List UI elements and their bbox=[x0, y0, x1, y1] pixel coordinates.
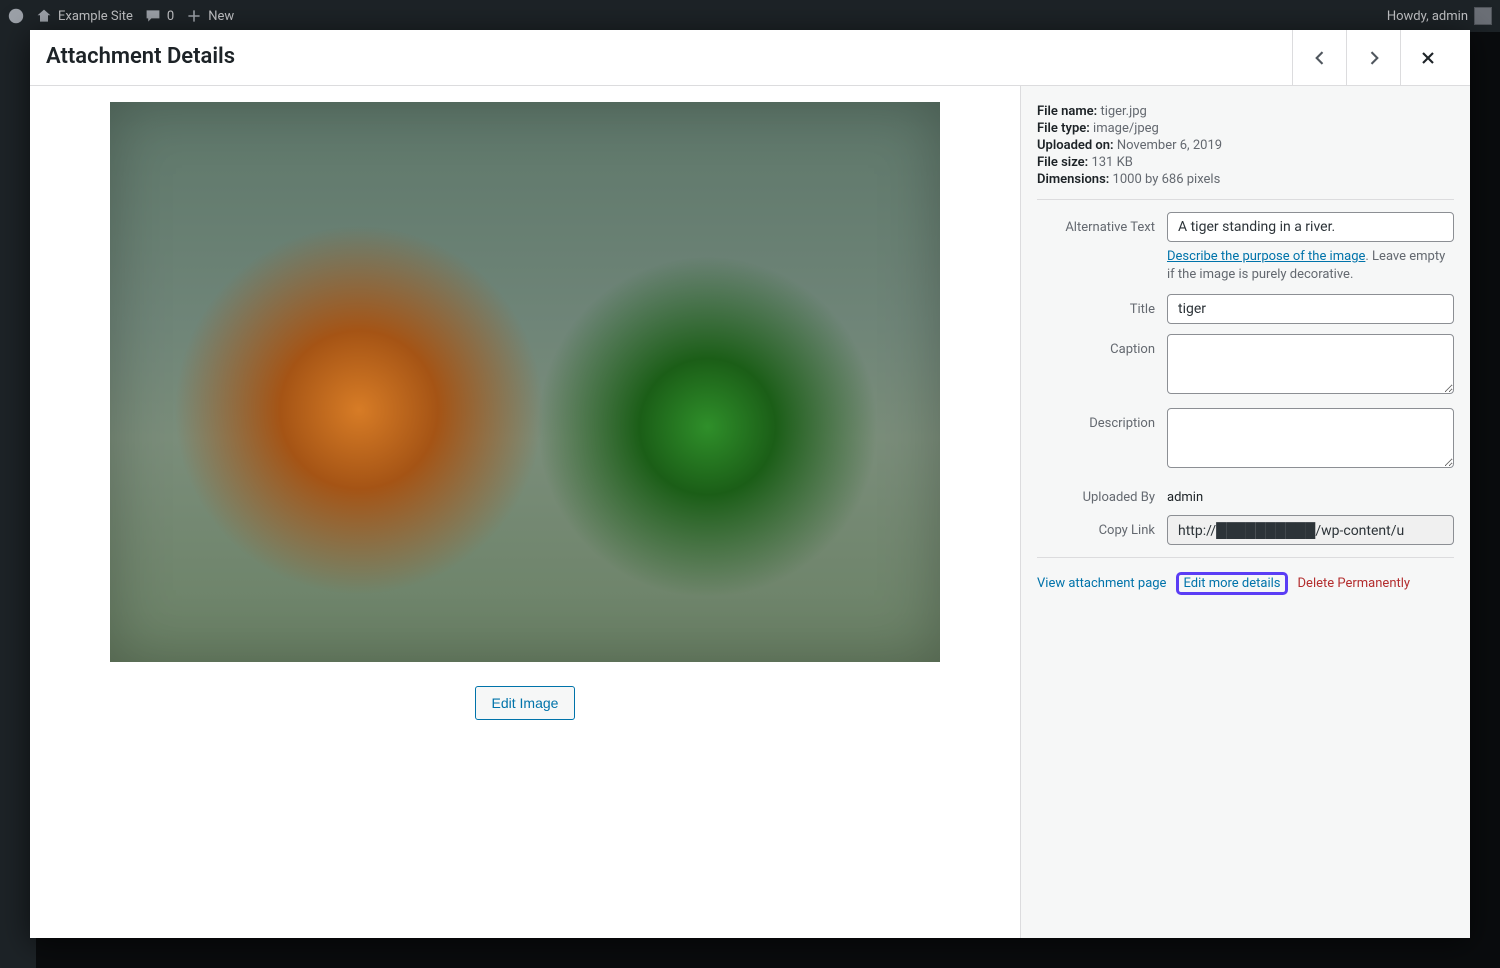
home-icon bbox=[36, 8, 52, 24]
media-preview-pane: Edit Image bbox=[30, 86, 1020, 938]
site-name: Example Site bbox=[58, 9, 133, 24]
howdy-text: Howdy, admin bbox=[1387, 9, 1468, 24]
close-icon bbox=[1418, 48, 1438, 68]
attachment-details-modal: Attachment Details Edit Image File name:… bbox=[30, 30, 1470, 938]
copy-link-label: Copy Link bbox=[1037, 515, 1167, 538]
new-label: New bbox=[208, 9, 234, 24]
attachment-image bbox=[110, 102, 940, 662]
avatar bbox=[1474, 7, 1492, 25]
uploaded-on-value: November 6, 2019 bbox=[1117, 138, 1222, 153]
howdy-link[interactable]: Howdy, admin bbox=[1387, 7, 1492, 25]
comments-link[interactable]: 0 bbox=[145, 8, 174, 24]
copy-link-input[interactable] bbox=[1167, 515, 1454, 545]
admin-bar: Example Site 0 New Howdy, admin bbox=[0, 0, 1500, 32]
description-label: Description bbox=[1037, 408, 1167, 431]
attachment-sidebar: File name: tiger.jpg File type: image/jp… bbox=[1020, 86, 1470, 938]
new-content-link[interactable]: New bbox=[186, 8, 234, 24]
comments-count: 0 bbox=[167, 9, 174, 24]
dimensions-label: Dimensions: bbox=[1037, 172, 1109, 187]
separator bbox=[1037, 199, 1454, 200]
chevron-left-icon bbox=[1310, 48, 1330, 68]
uploaded-by-label: Uploaded By bbox=[1037, 482, 1167, 505]
description-textarea[interactable] bbox=[1167, 408, 1454, 468]
modal-nav bbox=[1292, 30, 1454, 85]
wp-logo-icon[interactable] bbox=[8, 8, 24, 24]
edit-more-details-link[interactable]: Edit more details bbox=[1183, 576, 1280, 591]
title-input[interactable] bbox=[1167, 294, 1454, 324]
chevron-right-icon bbox=[1364, 48, 1384, 68]
attachment-meta: File name: tiger.jpg File type: image/jp… bbox=[1037, 104, 1454, 187]
title-label: Title bbox=[1037, 294, 1167, 317]
comment-icon bbox=[145, 8, 161, 24]
uploaded-on-label: Uploaded on: bbox=[1037, 138, 1114, 153]
prev-button[interactable] bbox=[1292, 30, 1346, 85]
file-size-label: File size: bbox=[1037, 155, 1088, 170]
next-button[interactable] bbox=[1346, 30, 1400, 85]
edit-more-highlight: Edit more details bbox=[1176, 572, 1287, 595]
file-name-value: tiger.jpg bbox=[1100, 104, 1146, 119]
attachment-actions: View attachment page Edit more details D… bbox=[1037, 572, 1454, 595]
modal-header: Attachment Details bbox=[30, 30, 1470, 86]
delete-permanently-link[interactable]: Delete Permanently bbox=[1298, 576, 1411, 591]
alt-text-hint: Describe the purpose of the image. Leave… bbox=[1167, 248, 1454, 284]
site-home-link[interactable]: Example Site bbox=[36, 8, 133, 24]
dimensions-value: 1000 by 686 pixels bbox=[1113, 172, 1221, 187]
close-button[interactable] bbox=[1400, 30, 1454, 85]
alt-text-input[interactable] bbox=[1167, 212, 1454, 242]
file-size-value: 131 KB bbox=[1091, 155, 1132, 170]
edit-image-button[interactable]: Edit Image bbox=[475, 686, 576, 720]
file-name-label: File name: bbox=[1037, 104, 1097, 119]
alt-text-label: Alternative Text bbox=[1037, 212, 1167, 235]
uploaded-by-value: admin bbox=[1167, 482, 1454, 505]
plus-icon bbox=[186, 8, 202, 24]
alt-text-hint-link[interactable]: Describe the purpose of the image bbox=[1167, 249, 1365, 264]
modal-title: Attachment Details bbox=[46, 44, 235, 70]
caption-label: Caption bbox=[1037, 334, 1167, 357]
separator bbox=[1037, 557, 1454, 558]
file-type-label: File type: bbox=[1037, 121, 1090, 136]
view-attachment-link[interactable]: View attachment page bbox=[1037, 576, 1166, 591]
file-type-value: image/jpeg bbox=[1093, 121, 1159, 136]
caption-textarea[interactable] bbox=[1167, 334, 1454, 394]
